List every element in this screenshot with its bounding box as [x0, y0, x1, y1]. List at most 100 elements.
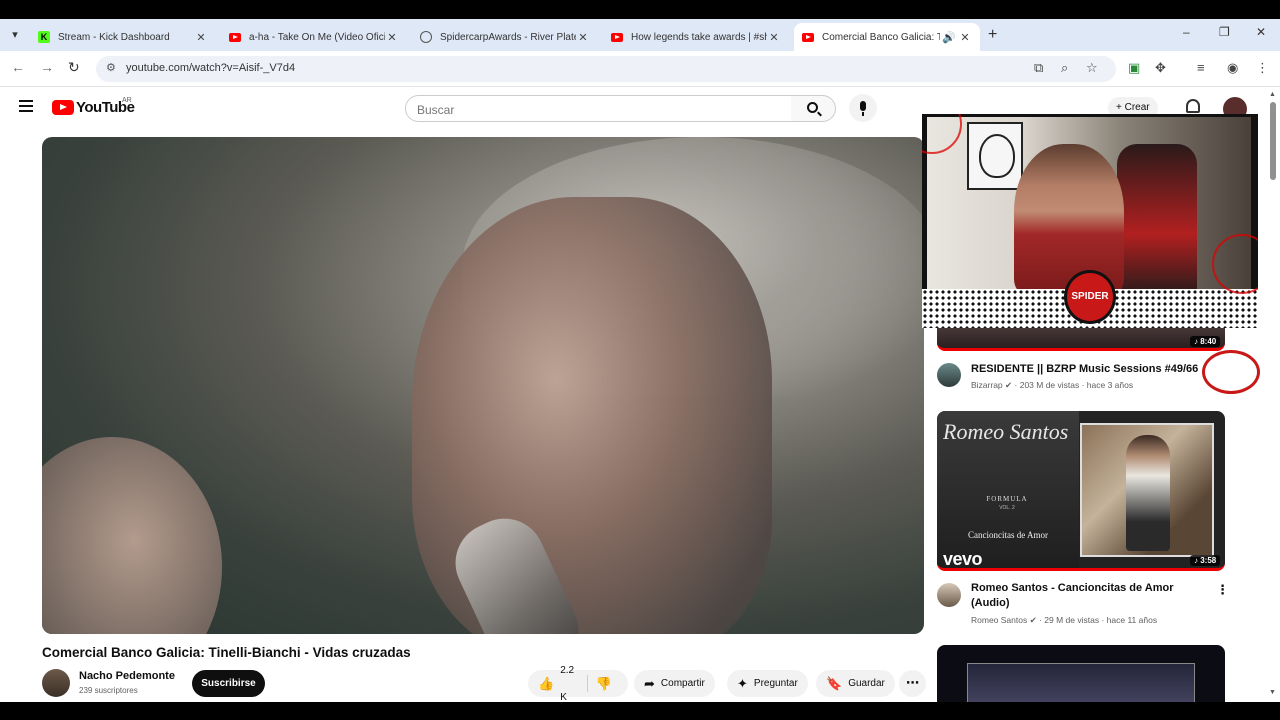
video-player[interactable] — [42, 137, 924, 634]
create-label: Crear — [1124, 102, 1150, 113]
video-title: Comercial Banco Galicia: Tinelli-Bianchi… — [42, 645, 411, 660]
tab-title: How legends take awards | #shorts — [631, 31, 767, 43]
tab-title: Stream - Kick Dashboard — [58, 31, 170, 43]
bookmark-star-icon[interactable]: ☆ — [1086, 60, 1098, 76]
recommendation-channel[interactable]: Romeo Santos — [971, 615, 1027, 625]
gaming-chair — [1117, 144, 1197, 294]
tab-search-chevron-icon[interactable]: ▾ — [6, 26, 24, 44]
close-tab-icon[interactable]: ✕ — [767, 31, 781, 44]
recommendation-title[interactable]: RESIDENTE || BZRP Music Sessions #49/66 — [971, 362, 1211, 377]
thumbnail-series-text: FORMULA — [986, 495, 1028, 503]
browser-toolbar: ← → ↻ ⚙ youtube.com/watch?v=Aisif-_V7d4 … — [0, 51, 1280, 87]
spidercarp-badge: SPIDER CARP — [1064, 270, 1116, 324]
subscribe-button[interactable]: Suscribirse — [192, 670, 265, 697]
youtube-logo-icon[interactable] — [52, 100, 74, 115]
scroll-up-arrow-icon[interactable]: ▲ — [1269, 91, 1276, 98]
media-queue-icon[interactable]: ≡ — [1197, 60, 1205, 75]
ask-button[interactable]: ✦ Preguntar — [727, 670, 808, 697]
dislike-thumb-icon[interactable]: 👎 — [596, 670, 612, 697]
recommendation-stats: 29 M de vistas · hace 11 años — [1044, 615, 1158, 625]
duration-text: 8:40 — [1200, 337, 1217, 346]
tab-title: a-ha - Take On Me (Video Oficial) — [249, 31, 385, 43]
kick-icon: K — [38, 31, 50, 43]
forward-arrow-icon[interactable]: → — [40, 59, 54, 75]
thumbnail-volume-text: VOL. 2 — [999, 505, 1015, 511]
back-arrow-icon[interactable]: ← — [11, 59, 25, 75]
duration-badge: ♪ 8:40 — [1190, 336, 1221, 347]
like-thumb-icon[interactable]: 👍 — [538, 670, 554, 697]
streamer — [1014, 144, 1124, 294]
recommendation-meta: Bizarrap ✔ · 203 M de vistas · hace 3 añ… — [971, 380, 1134, 390]
divider — [587, 675, 588, 692]
channel-name[interactable]: Nacho Pedemonte — [79, 670, 175, 682]
close-window-button[interactable]: ✕ — [1256, 25, 1266, 39]
url-text[interactable]: youtube.com/watch?v=Aisif-_V7d4 — [126, 62, 295, 74]
globe-icon — [420, 31, 432, 43]
search-icon — [807, 102, 818, 113]
bookmark-icon: 🔖 — [826, 676, 843, 691]
notifications-bell-icon[interactable] — [1186, 99, 1200, 113]
profile-icon[interactable]: ◉ — [1227, 60, 1238, 76]
browser-menu-icon[interactable]: ⋮ — [1256, 60, 1269, 76]
tab-spidercarp-awards[interactable]: SpidercarpAwards - River Plate ✕ — [412, 23, 598, 51]
install-app-icon[interactable]: ⧉ — [1034, 60, 1043, 76]
extensions-puzzle-icon[interactable]: ✥ — [1155, 60, 1166, 76]
like-dislike-group: 👍 2.2 K 👎 — [528, 665, 628, 703]
search-input[interactable]: Buscar — [405, 95, 792, 122]
spider-logo-icon — [1202, 350, 1260, 394]
spiderman-poster — [967, 122, 1023, 190]
recommendation-meta: Romeo Santos ✔ · 29 M de vistas · hace 1… — [971, 615, 1158, 625]
more-actions-icon[interactable]: ⋯ — [899, 670, 926, 697]
verified-check-icon: ✔ — [1005, 380, 1015, 390]
ask-label: Preguntar — [753, 678, 798, 689]
minimize-button[interactable]: – — [1183, 25, 1190, 39]
save-button[interactable]: 🔖 Guardar — [816, 670, 895, 697]
extension-green-icon[interactable]: ▣ — [1128, 60, 1140, 76]
scrollbar-thumb[interactable] — [1270, 102, 1276, 180]
youtube-icon — [802, 32, 814, 42]
vevo-logo: vevo — [943, 549, 983, 569]
site-settings-icon[interactable]: ⚙ — [106, 61, 116, 74]
channel-avatar[interactable] — [937, 363, 961, 387]
voice-search-mic-icon[interactable] — [849, 94, 877, 122]
recommendation-thumbnail[interactable]: ♪ 8:40 — [937, 326, 1225, 351]
browser-tabstrip: ▾ K Stream - Kick Dashboard ✕ a-ha - Tak… — [0, 19, 1280, 51]
close-tab-icon[interactable]: ✕ — [576, 31, 590, 44]
speaker-icon[interactable]: 🔊 — [940, 31, 958, 44]
sparkle-icon: ✦ — [737, 676, 748, 691]
recommendation-channel[interactable]: Bizarrap — [971, 380, 1003, 390]
recommendation-menu-icon[interactable]: ⋮ — [1216, 582, 1229, 598]
top-black-bar — [0, 0, 1280, 19]
search-button[interactable] — [791, 95, 836, 122]
share-label: Compartir — [660, 678, 705, 689]
country-code: AR — [122, 97, 132, 104]
close-tab-icon[interactable]: ✕ — [958, 31, 972, 44]
duration-badge: ♪ 3:58 — [1190, 555, 1221, 566]
hamburger-menu-icon[interactable] — [19, 100, 33, 112]
tab-kick-dashboard[interactable]: K Stream - Kick Dashboard ✕ — [30, 23, 216, 51]
close-tab-icon[interactable]: ✕ — [385, 31, 399, 44]
bottom-black-bar — [0, 702, 1280, 720]
recommendation-thumbnail[interactable]: Romeo Santos FORMULA VOL. 2 Cancioncitas… — [937, 411, 1225, 571]
channel-avatar[interactable] — [42, 669, 70, 697]
tab-how-legends[interactable]: How legends take awards | #shorts ✕ — [603, 23, 789, 51]
recommendation-title[interactable]: Romeo Santos - Cancioncitas de Amor (Aud… — [971, 581, 1211, 611]
verified-check-icon: ✔ — [1029, 615, 1040, 625]
youtube-icon — [611, 32, 623, 42]
scroll-down-arrow-icon[interactable]: ▼ — [1269, 689, 1276, 696]
channel-avatar[interactable] — [937, 583, 961, 607]
youtube-icon — [229, 32, 241, 42]
thumbnail-photo — [1080, 423, 1214, 557]
close-tab-icon[interactable]: ✕ — [194, 31, 208, 44]
new-tab-button[interactable]: + — [988, 26, 997, 44]
tab-comercial-galicia[interactable]: Comercial Banco Galicia: Tinelli-Bianchi… — [794, 23, 980, 51]
restore-button[interactable]: ❐ — [1219, 25, 1230, 39]
address-bar[interactable]: ⚙ youtube.com/watch?v=Aisif-_V7d4 — [96, 56, 1116, 82]
share-button[interactable]: ➦ Compartir — [634, 670, 715, 697]
subscriber-count: 239 suscriptores — [79, 686, 138, 695]
reload-icon[interactable]: ↻ — [68, 59, 80, 76]
recommendation-stats: 203 M de vistas · hace 3 años — [1019, 380, 1134, 390]
tab-aha-take-on-me[interactable]: a-ha - Take On Me (Video Oficial) ✕ — [221, 23, 407, 51]
thumbnail-artist-text: Romeo Santos — [943, 419, 1069, 444]
zoom-icon[interactable]: ⌕ — [1061, 60, 1068, 76]
